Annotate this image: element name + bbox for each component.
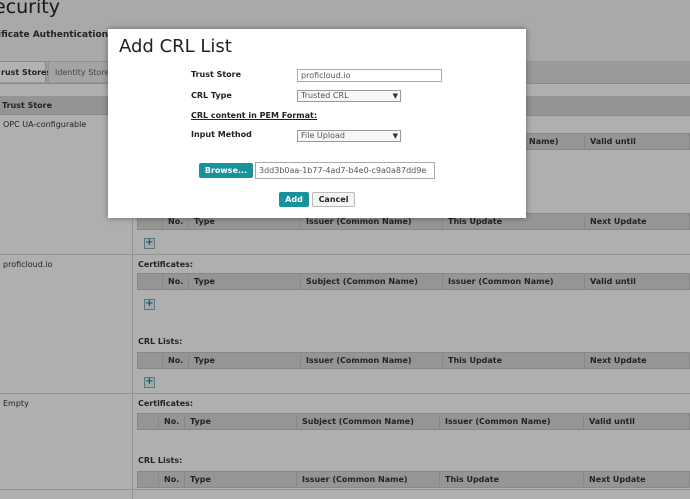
- add-crl-dialog: Add CRL List Trust Store proficloud.io C…: [108, 29, 526, 218]
- input-method-value: File Upload: [301, 131, 345, 140]
- input-method-select[interactable]: File Upload ▼: [297, 130, 401, 142]
- add-button[interactable]: Add: [279, 192, 309, 207]
- crl-type-select[interactable]: Trusted CRL ▼: [297, 90, 401, 102]
- trust-store-label: Trust Store: [191, 70, 242, 79]
- chevron-down-icon: ▼: [392, 132, 398, 140]
- crl-type-value: Trusted CRL: [301, 91, 349, 100]
- chevron-down-icon: ▼: [392, 92, 398, 100]
- file-name-field[interactable]: 3dd3b0aa-1b77-4ad7-b4e0-c9a0a87dd9e: [255, 162, 435, 179]
- dialog-title: Add CRL List: [119, 36, 232, 57]
- pem-format-label: CRL content in PEM Format:: [191, 111, 318, 120]
- browse-button[interactable]: Browse...: [199, 163, 253, 178]
- cancel-button[interactable]: Cancel: [312, 192, 355, 207]
- crl-type-label: CRL Type: [191, 91, 232, 100]
- input-method-label: Input Method: [191, 130, 252, 139]
- trust-store-field[interactable]: proficloud.io: [297, 69, 442, 82]
